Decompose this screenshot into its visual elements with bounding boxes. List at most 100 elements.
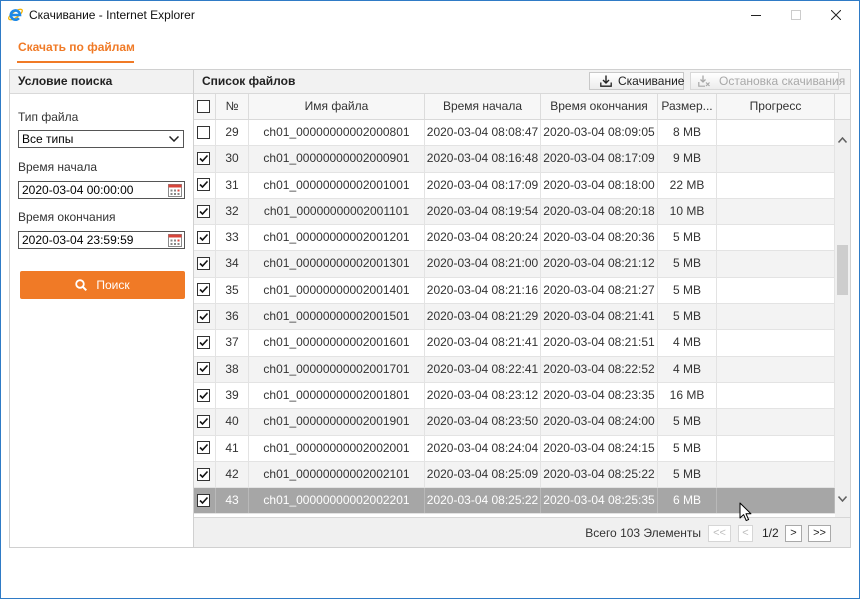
table-row[interactable]: 42 ch01_00000000002002101 2020-03-04 08:25… xyxy=(194,461,835,489)
table-row[interactable]: 39 ch01_00000000002001801 2020-03-04 08:23… xyxy=(194,382,835,410)
table-row[interactable]: 40 ch01_00000000002001901 2020-03-04 08:23… xyxy=(194,409,835,436)
vertical-scrollbar[interactable] xyxy=(835,120,850,517)
next-page-button[interactable]: > xyxy=(785,525,802,542)
file-type-select[interactable]: Все типы xyxy=(18,130,184,148)
table-row[interactable]: 34 ch01_00000000002001301 2020-03-04 08:21… xyxy=(194,251,835,278)
row-checkbox[interactable] xyxy=(197,441,210,455)
cell-start-time: 2020-03-04 08:08:47 xyxy=(425,120,541,146)
row-checkbox[interactable] xyxy=(197,125,210,139)
scroll-up-icon[interactable] xyxy=(838,137,847,143)
column-header-end-time[interactable]: Время окончания xyxy=(541,94,658,119)
row-checkbox[interactable] xyxy=(197,151,210,165)
select-all-checkbox[interactable] xyxy=(197,99,210,113)
end-time-input[interactable] xyxy=(19,232,167,248)
cell-start-time: 2020-03-04 08:21:41 xyxy=(425,330,541,356)
checkmark-icon xyxy=(199,286,209,294)
cell-progress xyxy=(717,488,835,514)
column-header-size[interactable]: Размер... xyxy=(658,94,717,119)
search-button[interactable]: Поиск xyxy=(20,271,185,299)
cell-start-time: 2020-03-04 08:20:24 xyxy=(425,225,541,251)
row-checkbox[interactable] xyxy=(197,178,210,192)
row-checkbox[interactable] xyxy=(197,283,210,297)
table-row[interactable]: 31 ch01_00000000002001001 2020-03-04 08:17… xyxy=(194,172,835,199)
cell-start-time: 2020-03-04 08:17:09 xyxy=(425,172,541,198)
cell-start-time: 2020-03-04 08:21:29 xyxy=(425,304,541,330)
cell-size: 5 MB xyxy=(658,304,717,330)
scroll-down-icon[interactable] xyxy=(838,496,847,502)
cell-file-name: ch01_00000000002000901 xyxy=(249,146,425,172)
cell-number: 39 xyxy=(216,382,249,409)
close-button[interactable] xyxy=(816,0,856,30)
row-checkbox[interactable] xyxy=(197,309,210,323)
cell-progress xyxy=(717,120,835,146)
calendar-icon[interactable] xyxy=(168,233,182,247)
cell-file-name: ch01_00000000002001601 xyxy=(249,330,425,356)
column-header-file-name[interactable]: Имя файла xyxy=(249,94,425,119)
download-icon xyxy=(600,75,612,87)
row-checkbox[interactable] xyxy=(197,230,210,244)
internet-explorer-icon xyxy=(8,8,23,21)
row-checkbox[interactable] xyxy=(197,493,210,507)
table-row[interactable]: 41 ch01_00000000002002001 2020-03-04 08:24… xyxy=(194,435,835,462)
cell-size: 5 MB xyxy=(658,251,717,277)
cell-number: 31 xyxy=(216,172,249,198)
search-panel: Условие поиска Тип файла Все типы Время … xyxy=(9,69,194,548)
table-row[interactable]: 33 ch01_00000000002001201 2020-03-04 08:20… xyxy=(194,225,835,252)
last-page-button[interactable]: >> xyxy=(808,525,831,542)
row-checkbox[interactable] xyxy=(197,257,210,271)
column-header-progress[interactable]: Прогресс xyxy=(717,94,835,119)
table-row[interactable]: 36 ch01_00000000002001501 2020-03-04 08:21… xyxy=(194,304,835,331)
cell-progress xyxy=(717,198,835,225)
row-checkbox[interactable] xyxy=(197,362,210,376)
cell-start-time: 2020-03-04 08:24:04 xyxy=(425,435,541,461)
cell-number: 30 xyxy=(216,146,249,172)
row-checkbox[interactable] xyxy=(197,388,210,402)
table-row[interactable]: 29 ch01_00000000002000801 2020-03-04 08:08… xyxy=(194,120,835,147)
tab-download-by-files[interactable]: Скачать по файлам xyxy=(18,39,135,55)
scrollbar-thumb[interactable] xyxy=(837,245,848,295)
title-bar[interactable]: Скачивание - Internet Explorer xyxy=(0,0,860,30)
cell-number: 41 xyxy=(216,435,249,461)
cell-progress xyxy=(717,382,835,409)
row-checkbox[interactable] xyxy=(197,204,210,218)
start-time-field xyxy=(18,181,185,199)
cell-checkbox xyxy=(194,277,216,304)
cell-size: 5 MB xyxy=(658,277,717,304)
start-time-input[interactable] xyxy=(19,182,167,198)
file-type-value: Все типы xyxy=(22,132,74,146)
cell-progress xyxy=(717,277,835,304)
row-checkbox[interactable] xyxy=(197,414,210,428)
table-row[interactable]: 30 ch01_00000000002000901 2020-03-04 08:16… xyxy=(194,146,835,173)
row-checkbox[interactable] xyxy=(197,467,210,481)
start-time-label: Время начала xyxy=(18,160,98,174)
cell-checkbox xyxy=(194,435,216,461)
cell-progress xyxy=(717,304,835,330)
calendar-icon[interactable] xyxy=(168,183,182,197)
cell-number: 43 xyxy=(216,488,249,514)
download-button[interactable]: Скачивание xyxy=(589,72,684,90)
cell-size: 16 MB xyxy=(658,382,717,409)
cell-number: 29 xyxy=(216,120,249,146)
cell-number: 38 xyxy=(216,356,249,382)
cell-checkbox xyxy=(194,120,216,146)
cell-start-time: 2020-03-04 08:25:09 xyxy=(425,461,541,488)
cell-size: 5 MB xyxy=(658,225,717,251)
chevron-down-icon xyxy=(169,136,179,142)
checkmark-icon xyxy=(199,444,209,452)
column-header-number[interactable]: № xyxy=(216,94,249,119)
cell-progress xyxy=(717,225,835,251)
cell-number: 33 xyxy=(216,225,249,251)
table-row[interactable]: 35 ch01_00000000002001401 2020-03-04 08:21… xyxy=(194,277,835,305)
row-checkbox[interactable] xyxy=(197,336,210,350)
cell-file-name: ch01_00000000002001901 xyxy=(249,409,425,435)
table-row[interactable]: 37 ch01_00000000002001601 2020-03-04 08:21… xyxy=(194,330,835,357)
table-row[interactable]: 32 ch01_00000000002001101 2020-03-04 08:19… xyxy=(194,198,835,226)
column-header-start-time[interactable]: Время начала xyxy=(425,94,541,119)
cell-number: 36 xyxy=(216,304,249,330)
cell-end-time: 2020-03-04 08:20:18 xyxy=(541,198,658,225)
cell-number: 34 xyxy=(216,251,249,277)
cell-size: 22 MB xyxy=(658,172,717,198)
table-header: № Имя файла Время начала Время окончания… xyxy=(194,94,850,120)
table-row[interactable]: 38 ch01_00000000002001701 2020-03-04 08:22… xyxy=(194,356,835,383)
minimize-button[interactable] xyxy=(736,0,776,30)
